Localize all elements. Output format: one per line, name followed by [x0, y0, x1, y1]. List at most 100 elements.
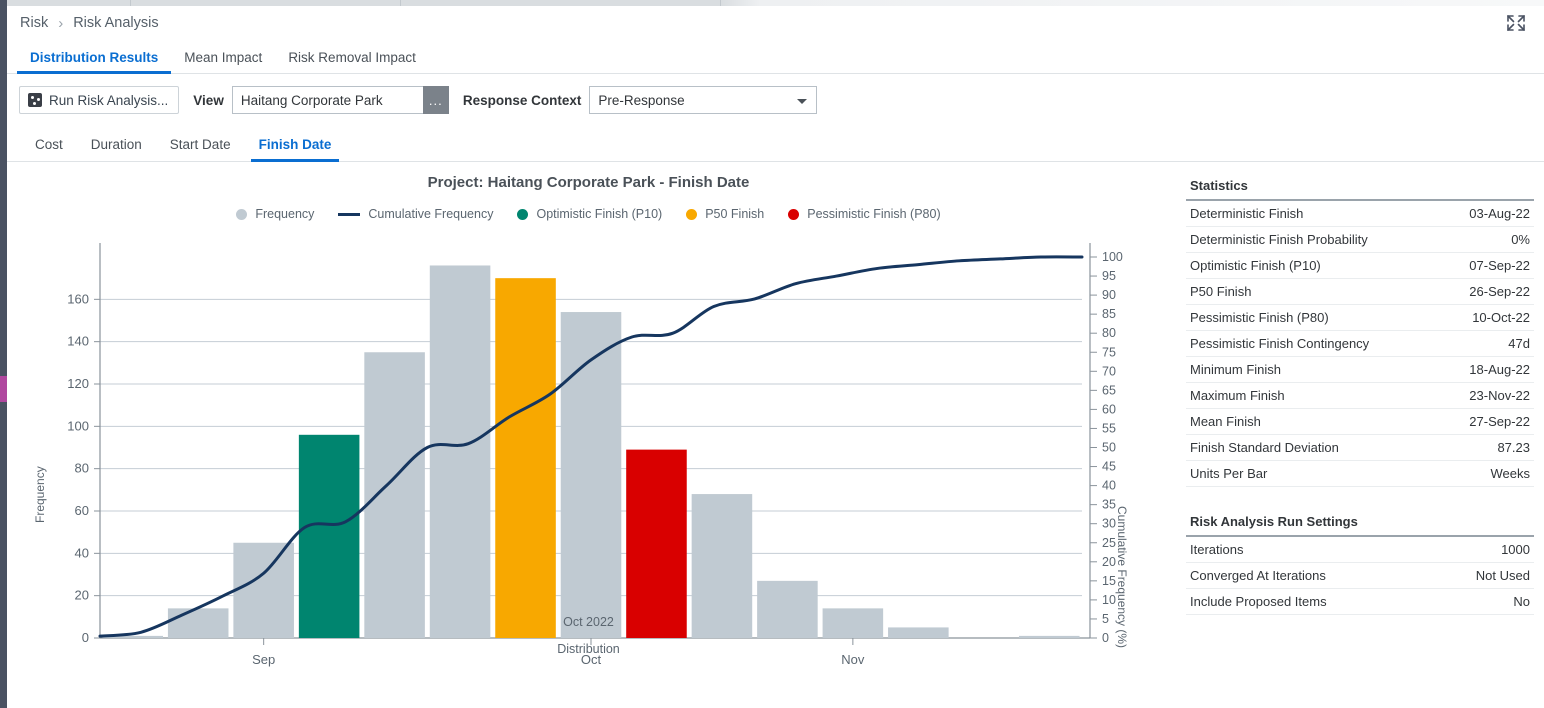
statistic-row-value: 47d	[1508, 336, 1530, 351]
statistic-row: Minimum Finish 18-Aug-22	[1186, 357, 1534, 383]
x-axis-label: Distribution	[557, 642, 620, 656]
statistic-row-value: 87.23	[1497, 440, 1530, 455]
y2-axis-tick-label: 40	[1102, 479, 1116, 493]
legend-label-cumulative-frequency: Cumulative Frequency	[368, 207, 494, 221]
statistic-row-key: Pessimistic Finish Contingency	[1190, 336, 1370, 351]
y-axis-tick-label: 100	[67, 418, 89, 433]
statistic-row-value: 23-Nov-22	[1469, 388, 1530, 403]
run-settings-heading: Risk Analysis Run Settings	[1186, 509, 1534, 537]
view-browse-button[interactable]: ...	[422, 86, 449, 114]
tab-risk-removal-impact[interactable]: Risk Removal Impact	[275, 50, 429, 73]
histogram-bar[interactable]	[1018, 635, 1080, 638]
statistic-row: Mean Finish 27-Sep-22	[1186, 409, 1534, 435]
x-axis-sublabel: Oct 2022	[563, 615, 614, 629]
statistic-row-key: Deterministic Finish	[1190, 206, 1304, 221]
y2-axis-tick-label: 45	[1102, 460, 1116, 474]
statistic-row: Finish Standard Deviation 87.23	[1186, 435, 1534, 461]
response-context-value: Pre-Response	[598, 92, 685, 108]
tab-mean-impact[interactable]: Mean Impact	[171, 50, 275, 73]
histogram-bar[interactable]	[495, 278, 556, 638]
legend-label-pessimistic-finish: Pessimistic Finish (P80)	[807, 207, 941, 221]
statistic-row: Optimistic Finish (P10) 07-Sep-22	[1186, 253, 1534, 279]
legend-item-frequency[interactable]: Frequency	[236, 207, 314, 221]
run-risk-analysis-button[interactable]: Run Risk Analysis...	[19, 86, 180, 114]
y2-axis-tick-label: 15	[1102, 574, 1116, 588]
y2-axis-tick-label: 35	[1102, 498, 1116, 512]
legend-item-cumulative-frequency[interactable]: Cumulative Frequency	[338, 207, 493, 221]
legend-item-optimistic-finish[interactable]: Optimistic Finish (P10)	[517, 207, 662, 221]
statistic-row: Pessimistic Finish (P80) 10-Oct-22	[1186, 305, 1534, 331]
run-setting-row-value: No	[1513, 594, 1530, 609]
legend-label-optimistic-finish: Optimistic Finish (P10)	[536, 207, 663, 221]
statistic-row-key: Maximum Finish	[1190, 388, 1285, 403]
statistic-row-key: P50 Finish	[1190, 284, 1252, 299]
statistic-row-value: 27-Sep-22	[1469, 414, 1530, 429]
y-axis-tick-label: 80	[75, 461, 89, 476]
chevron-down-icon	[797, 99, 808, 104]
breadcrumb: Risk › Risk Analysis	[7, 6, 1544, 40]
run-setting-row: Include Proposed Items No	[1186, 589, 1534, 615]
primary-tab-bar: Distribution Results Mean Impact Risk Re…	[7, 40, 1544, 74]
breadcrumb-root[interactable]: Risk	[20, 15, 48, 31]
view-field-group: ...	[231, 86, 449, 114]
histogram-bar[interactable]	[364, 352, 425, 638]
statistics-panel: Statistics Deterministic Finish 03-Aug-22…	[1176, 163, 1544, 708]
statistic-row-key: Minimum Finish	[1190, 362, 1282, 377]
tab-start-date[interactable]: Start Date	[156, 137, 245, 161]
legend-swatch-p50-finish	[686, 208, 698, 220]
dice-icon	[28, 93, 42, 107]
legend-swatch-frequency	[236, 208, 248, 220]
y2-axis-tick-label: 55	[1102, 421, 1116, 435]
y2-axis-tick-label: 30	[1102, 517, 1116, 531]
y-axis-tick-label: 160	[67, 291, 89, 306]
run-setting-row-key: Converged At Iterations	[1190, 568, 1326, 583]
statistic-row-value: 07-Sep-22	[1469, 258, 1530, 273]
statistic-row: Deterministic Finish 03-Aug-22	[1186, 201, 1534, 227]
histogram-bar[interactable]	[888, 627, 949, 638]
y2-axis-tick-label: 25	[1102, 536, 1116, 550]
y-axis-tick-label: 120	[67, 376, 89, 391]
run-risk-analysis-label: Run Risk Analysis...	[49, 92, 169, 108]
legend-swatch-optimistic-finish	[517, 208, 529, 220]
legend-swatch-cumulative-frequency	[338, 212, 361, 216]
tab-cost[interactable]: Cost	[21, 137, 77, 161]
y2-axis-tick-label: 85	[1102, 307, 1116, 321]
histogram-bar[interactable]	[626, 449, 687, 638]
tab-finish-date[interactable]: Finish Date	[245, 137, 346, 162]
y2-axis-tick-label: 10	[1102, 593, 1116, 607]
statistic-row-key: Deterministic Finish Probability	[1190, 232, 1368, 247]
statistic-row-key: Units Per Bar	[1190, 466, 1268, 481]
statistic-row-key: Pessimistic Finish (P80)	[1190, 310, 1329, 325]
statistic-row: Deterministic Finish Probability 0%	[1186, 227, 1534, 253]
statistics-rows: Deterministic Finish 03-Aug-22 Determinist…	[1186, 201, 1534, 487]
chart-panel: Project: Haitang Corporate Park - Finish…	[7, 163, 1170, 708]
tab-duration[interactable]: Duration	[77, 137, 156, 161]
legend-item-pessimistic-finish[interactable]: Pessimistic Finish (P80)	[788, 207, 941, 221]
y2-axis-tick-label: 100	[1102, 250, 1123, 264]
histogram-bar[interactable]	[298, 434, 360, 638]
response-context-label: Response Context	[462, 92, 582, 108]
chart-legend: Frequency Cumulative Frequency Optimisti…	[7, 207, 1170, 221]
y2-axis-tick-label: 95	[1102, 269, 1116, 283]
y2-axis-tick-label: 20	[1102, 555, 1116, 569]
y2-axis-tick-label: 60	[1102, 402, 1116, 416]
run-setting-row-key: Iterations	[1190, 542, 1244, 557]
y2-axis-tick-label: 50	[1102, 441, 1116, 455]
breadcrumb-current[interactable]: Risk Analysis	[73, 15, 158, 31]
statistic-row: Pessimistic Finish Contingency 47d	[1186, 331, 1534, 357]
run-setting-row-value: 1000	[1501, 542, 1530, 557]
statistic-row: Units Per Bar Weeks	[1186, 461, 1534, 487]
y2-axis-tick-label: 75	[1102, 345, 1116, 359]
y-axis-tick-label: 140	[67, 334, 89, 349]
tab-distribution-results[interactable]: Distribution Results	[17, 50, 172, 74]
y-axis-tick-label: 40	[75, 545, 89, 560]
view-input[interactable]	[231, 86, 423, 114]
y2-axis-tick-label: 90	[1102, 288, 1116, 302]
legend-item-p50-finish[interactable]: P50 Finish	[686, 207, 764, 221]
response-context-select[interactable]: Pre-Response	[589, 86, 818, 114]
histogram-bar[interactable]	[429, 265, 491, 638]
histogram-bar[interactable]	[757, 580, 818, 638]
expand-fullscreen-icon[interactable]	[1502, 10, 1530, 36]
statistic-row: P50 Finish 26-Sep-22	[1186, 279, 1534, 305]
window-top-strip	[0, 0, 1544, 6]
